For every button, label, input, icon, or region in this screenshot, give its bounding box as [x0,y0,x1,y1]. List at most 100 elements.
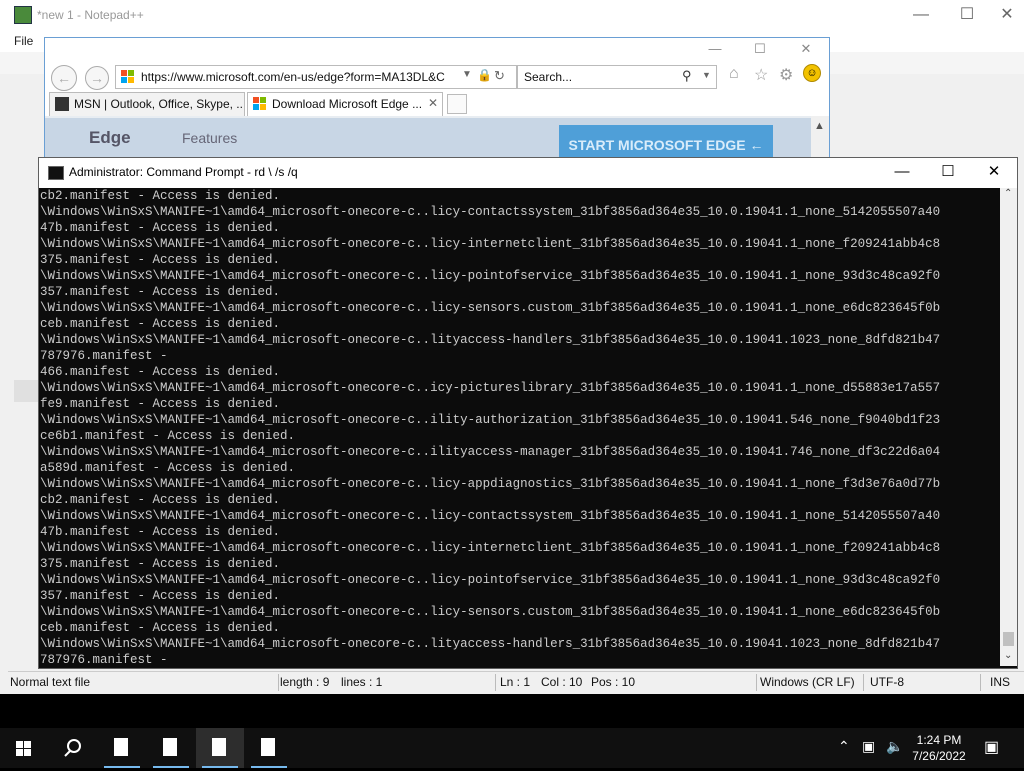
notepad-minimize-button[interactable]: — [898,0,944,32]
browser-close-button[interactable]: ✕ [783,38,829,62]
browser-window: — ☐ ✕ ← → https://www.microsoft.com/en-u… [44,37,830,169]
status-length: length : 9 [280,675,330,689]
cmd-output-line: \Windows\WinSxS\MANIFE~1\amd64_microsoft… [40,509,941,523]
tab-msn[interactable]: MSN | Outlook, Office, Skype, ... [49,92,245,117]
clock-date: 7/26/2022 [912,749,966,763]
cmd-window: Administrator: Command Prompt - rd \ /s … [38,157,1018,669]
cmd-output-line: \Windows\WinSxS\MANIFE~1\amd64_microsoft… [40,413,941,427]
notepad-maximize-button[interactable]: ☐ [944,0,990,32]
msn-icon [55,97,69,111]
url-text: https://www.microsoft.com/en-us/edge?for… [141,70,445,84]
address-bar[interactable]: https://www.microsoft.com/en-us/edge?for… [115,65,517,89]
cmd-close-button[interactable]: ✕ [971,158,1017,188]
cmd-output-line: \Windows\WinSxS\MANIFE~1\amd64_microsoft… [40,573,941,587]
scroll-up-icon[interactable]: ▲ [814,120,825,132]
lock-icon[interactable]: 🔒 [477,68,492,82]
status-eol: Windows (CR LF) [760,675,855,689]
tab-close-icon[interactable]: ✕ [428,96,438,110]
back-button[interactable]: ← [51,65,77,91]
cmd-output-line: a589d.manifest - Access is denied. [40,461,296,475]
feedback-smiley-icon[interactable]: ☺ [803,64,821,82]
cmd-output-line: 375.manifest - Access is denied. [40,253,281,267]
search-placeholder: Search... [524,70,573,84]
search-box[interactable]: Search... ⚲ ▼ [517,65,717,89]
refresh-icon[interactable]: ↻ [494,68,505,84]
cmd-output-line: cb2.manifest - Access is denied. [40,189,281,203]
cmd-output-line: \Windows\WinSxS\MANIFE~1\amd64_microsoft… [40,477,941,491]
taskbar-app-2[interactable] [147,728,195,768]
cmd-output[interactable]: cb2.manifest - Access is denied. \Windows… [40,188,1000,666]
notepad-close-button[interactable]: ✕ [990,0,1024,32]
cmd-title-bar: Administrator: Command Prompt - rd \ /s … [39,158,1017,188]
clock-time: 1:24 PM [916,733,962,747]
scroll-down-icon[interactable]: ⌄ [1004,650,1012,661]
favorites-star-icon[interactable]: ☆ [754,65,768,85]
browser-maximize-button[interactable]: ☐ [737,38,783,62]
status-encoding: UTF-8 [870,675,904,689]
menu-file[interactable]: File [14,34,33,48]
notepad-icon [14,6,32,24]
taskbar-app-4[interactable] [245,728,293,768]
settings-gear-icon[interactable]: ⚙ [779,65,793,85]
clock[interactable]: 1:24 PM 7/26/2022 [900,732,978,764]
start-button[interactable] [0,728,48,768]
status-col: Col : 10 [541,675,583,689]
search-icon[interactable]: ⚲ [682,68,692,84]
cmd-output-line: \Windows\WinSxS\MANIFE~1\amd64_microsoft… [40,381,941,395]
scroll-thumb[interactable] [1003,632,1014,646]
cmd-output-line: \Windows\WinSxS\MANIFE~1\amd64_microsoft… [40,301,941,315]
document-icon [261,738,275,756]
cmd-output-line: 47b.manifest - Access is denied. [40,525,281,539]
search-button[interactable] [48,728,96,768]
cmd-maximize-button[interactable]: ☐ [925,158,971,188]
features-link[interactable]: Features [182,130,237,146]
browser-nav-bar: ← → https://www.microsoft.com/en-us/edge… [45,62,829,91]
forward-button[interactable]: → [85,66,109,90]
status-mode: INS [990,675,1011,689]
microsoft-tab-icon [253,97,267,111]
notepad-title: *new 1 - Notepad++ [37,8,144,22]
tab-msn-label: MSN | Outlook, Office, Skype, ... [74,97,245,111]
url-dropdown-icon[interactable]: ▼ [462,69,472,80]
cmd-output-line: cb2.manifest - Access is denied. [40,493,281,507]
cmd-output-line: \Windows\WinSxS\MANIFE~1\amd64_microsoft… [40,269,941,283]
start-edge-button-label: START MICROSOFT EDGE [568,137,746,153]
scroll-up-icon[interactable]: ⌃ [1004,188,1012,199]
cmd-output-line: \Windows\WinSxS\MANIFE~1\amd64_microsoft… [40,541,941,555]
notepad-status-bar: Normal text file length : 9 lines : 1 Ln… [8,671,1024,694]
cmd-output-line: \Windows\WinSxS\MANIFE~1\amd64_microsoft… [40,237,941,251]
home-icon[interactable]: ⌂ [729,65,739,83]
cmd-minimize-button[interactable]: — [879,158,925,188]
tab-edge-download[interactable]: Download Microsoft Edge ... ✕ [247,92,443,117]
edge-brand[interactable]: Edge [89,128,131,148]
browser-minimize-button[interactable]: — [692,38,738,62]
microsoft-logo-icon [121,70,135,84]
chevron-up-icon[interactable]: ⌃ [838,738,850,755]
notification-icon[interactable]: ▣ [984,737,999,757]
cmd-output-line: 357.manifest - Access is denied. [40,285,281,299]
status-pos: Pos : 10 [591,675,636,689]
cmd-output-line: 787976.manifest - [40,653,168,666]
cmd-output-line: 47b.manifest - Access is denied. [40,221,281,235]
cmd-output-line: \Windows\WinSxS\MANIFE~1\amd64_microsoft… [40,637,941,651]
cmd-output-line: 787976.manifest - [40,349,168,363]
cmd-output-line: fe9.manifest - Access is denied. [40,397,281,411]
cmd-output-line: 375.manifest - Access is denied. [40,557,281,571]
taskbar: ⌃ ▣ 🔈 1:24 PM 7/26/2022 ▣ [0,728,1024,768]
taskbar-app-1[interactable] [98,728,146,768]
cmd-output-line: \Windows\WinSxS\MANIFE~1\amd64_microsoft… [40,445,941,459]
cmd-output-line: ceb.manifest - Access is denied. [40,621,281,635]
taskbar-app-3[interactable] [196,728,244,768]
cmd-output-line: 466.manifest - Access is denied. [40,365,281,379]
cmd-output-line: ceb.manifest - Access is denied. [40,317,281,331]
new-tab-button[interactable] [447,94,467,114]
cmd-output-line: \Windows\WinSxS\MANIFE~1\amd64_microsoft… [40,605,941,619]
cmd-icon [48,166,64,180]
network-icon[interactable]: ▣ [862,738,875,755]
cmd-scrollbar[interactable]: ⌃ ⌄ [1000,188,1017,666]
cmd-output-line: \Windows\WinSxS\MANIFE~1\amd64_microsoft… [40,205,941,219]
search-icon [64,739,81,757]
search-dropdown-icon[interactable]: ▼ [702,70,711,80]
tab-edge-label: Download Microsoft Edge ... [272,97,423,111]
status-ln: Ln : 1 [500,675,531,689]
